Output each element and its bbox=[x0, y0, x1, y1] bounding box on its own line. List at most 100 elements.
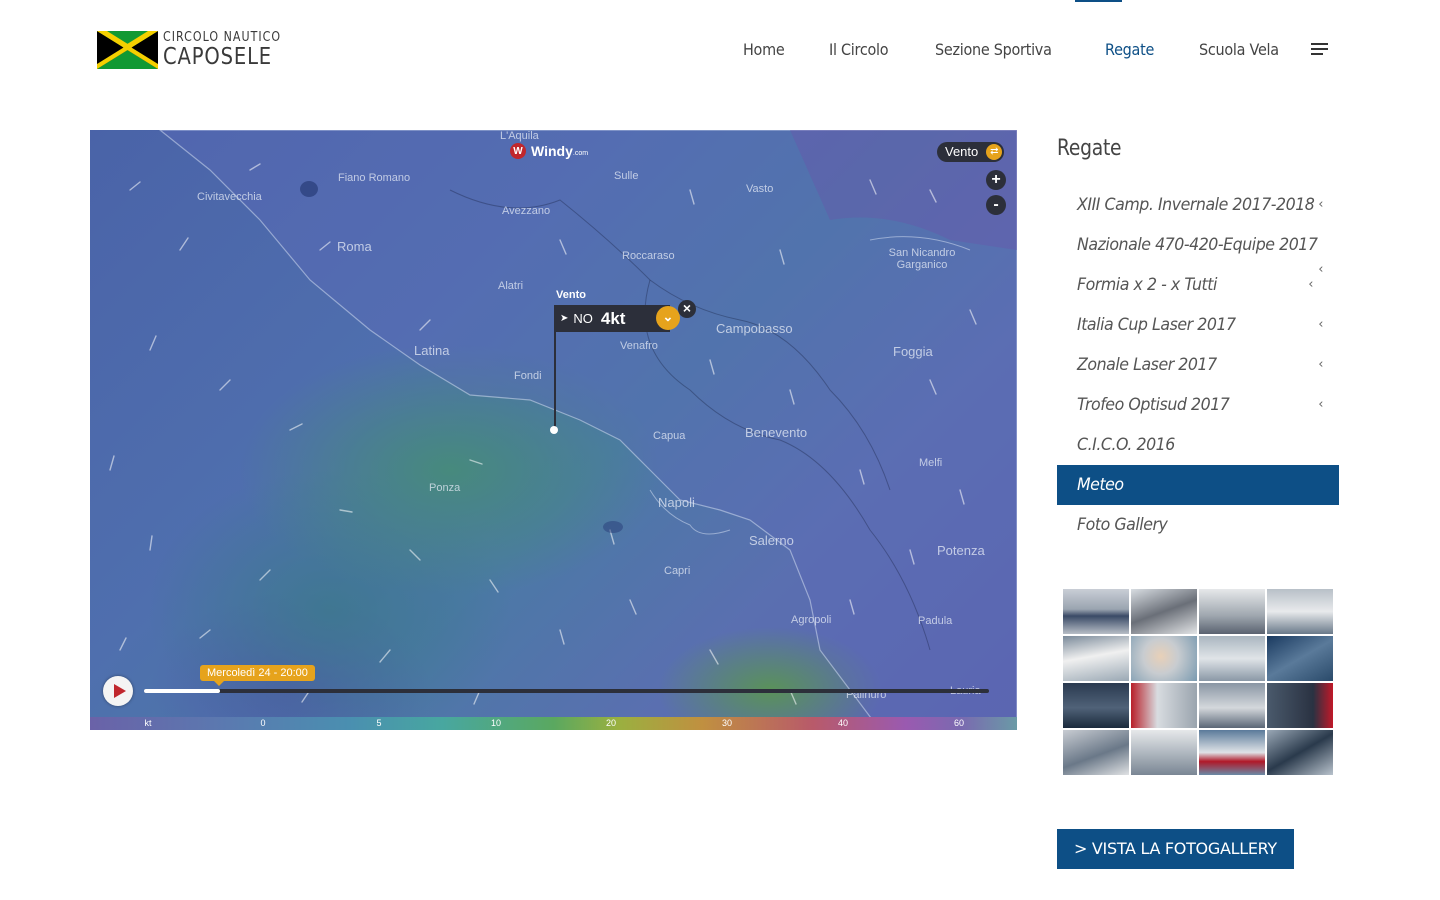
chevron-left-icon[interactable]: ‹ bbox=[1318, 185, 1323, 225]
wind-tooltip: ➤ NO 4kt ⌄ bbox=[554, 305, 680, 332]
gallery-thumbnail[interactable] bbox=[1267, 730, 1333, 775]
tooltip-location-dot[interactable] bbox=[550, 426, 558, 434]
scale-tick: 20 bbox=[605, 718, 617, 728]
site-logo[interactable]: CIRCOLO NAUTICO CAPOSELE bbox=[97, 31, 302, 69]
place-label: Capua bbox=[653, 430, 686, 442]
chevron-left-icon[interactable]: ‹ bbox=[1318, 385, 1323, 425]
scale-tick: 40 bbox=[837, 718, 849, 728]
play-button[interactable] bbox=[103, 676, 133, 706]
nav-scuola-vela[interactable]: Scuola Vela bbox=[1199, 40, 1279, 59]
scale-unit: kt bbox=[144, 718, 152, 728]
windy-map[interactable]: L'Aquila Civitavecchia Fiano Romano Sull… bbox=[90, 130, 1017, 730]
gallery-thumbnail[interactable] bbox=[1063, 683, 1129, 728]
place-label: Salerno bbox=[749, 533, 794, 548]
chevron-left-icon[interactable]: ‹ bbox=[1318, 345, 1323, 385]
timeline-tag[interactable]: Mercoledì 24 - 20:00 bbox=[200, 665, 315, 686]
gallery-thumbnail[interactable] bbox=[1063, 730, 1129, 775]
timeline-progress bbox=[144, 689, 221, 693]
place-label: Avezzano bbox=[502, 205, 551, 217]
gallery-thumbnail[interactable] bbox=[1131, 730, 1197, 775]
windy-logo[interactable]: W Windy .com bbox=[510, 143, 588, 159]
hamburger-icon[interactable] bbox=[1311, 43, 1328, 55]
sidebar-item-label: XIII Camp. Invernale 2017-2018 bbox=[1077, 195, 1315, 215]
sidebar-item-nazionale[interactable]: Nazionale 470-420-Equipe 2017 bbox=[1057, 225, 1339, 265]
zoom-in-button[interactable]: + bbox=[986, 170, 1006, 190]
gallery-thumbnail[interactable] bbox=[1131, 683, 1197, 728]
place-label: L'Aquila bbox=[500, 130, 539, 142]
wind-speed: 4kt bbox=[600, 308, 626, 328]
scale-tick: 10 bbox=[490, 718, 502, 728]
windy-domain: .com bbox=[572, 149, 589, 157]
place-label: Roccaraso bbox=[622, 250, 675, 262]
gallery-thumbnail[interactable] bbox=[1131, 636, 1197, 681]
nav-il-circolo[interactable]: Il Circolo bbox=[829, 40, 889, 59]
wind-direction-icon: ➤ bbox=[560, 313, 569, 324]
layer-toggle-icon: ⇄ bbox=[986, 144, 1003, 160]
main-nav: Home Il Circolo Sezione Sportiva Regate … bbox=[743, 40, 1328, 59]
sidebar-item-italia-cup[interactable]: Italia Cup Laser 2017 ‹ bbox=[1057, 305, 1339, 345]
gallery-thumbnail[interactable] bbox=[1267, 636, 1333, 681]
place-label: Latina bbox=[414, 343, 450, 358]
gallery-thumbnail[interactable] bbox=[1199, 636, 1265, 681]
scale-tick: 60 bbox=[953, 718, 965, 728]
gallery-thumbnail[interactable] bbox=[1131, 589, 1197, 634]
layer-label: Vento bbox=[945, 144, 979, 159]
place-label: Napoli bbox=[658, 495, 695, 510]
place-label: Vasto bbox=[746, 183, 774, 195]
scale-tick: 5 bbox=[376, 718, 382, 728]
sidebar-item-label: Formia x 2 - x Tutti bbox=[1077, 275, 1217, 295]
logo-line1: CIRCOLO NAUTICO bbox=[163, 30, 282, 45]
sidebar-item-trofeo-optisud[interactable]: Trofeo Optisud 2017 ‹ bbox=[1057, 385, 1339, 425]
sidebar-item-formia[interactable]: Formia x 2 - x Tutti ‹ ‹ bbox=[1057, 262, 1339, 305]
sidebar-item-zonale-laser[interactable]: Zonale Laser 2017 ‹ bbox=[1057, 345, 1339, 385]
gallery-thumbnail[interactable] bbox=[1063, 636, 1129, 681]
photo-gallery-grid bbox=[1063, 589, 1333, 775]
gallery-thumbnail[interactable] bbox=[1267, 683, 1333, 728]
nav-regate[interactable]: Regate bbox=[1105, 40, 1154, 59]
place-label: Sulle bbox=[614, 170, 639, 182]
view-gallery-button[interactable]: > VISTA LA FOTOGALLERY bbox=[1057, 829, 1294, 869]
sidebar-item-camp-invernale[interactable]: XIII Camp. Invernale 2017-2018 ‹ bbox=[1057, 185, 1339, 225]
chevron-left-icon[interactable]: ‹ bbox=[1308, 265, 1313, 305]
place-label: Fiano Romano bbox=[338, 172, 411, 184]
active-nav-indicator bbox=[1075, 0, 1122, 2]
sidebar-item-foto-gallery[interactable]: Foto Gallery bbox=[1057, 505, 1339, 545]
chevron-left-icon[interactable]: ‹ bbox=[1318, 250, 1323, 290]
place-label: Ponza bbox=[429, 482, 461, 494]
chevron-left-icon[interactable]: ‹ bbox=[1318, 305, 1323, 345]
sidebar-item-label: Meteo bbox=[1077, 475, 1124, 495]
place-label: Campobasso bbox=[716, 321, 793, 336]
chevron-down-icon[interactable]: ⌄ bbox=[656, 306, 680, 330]
wind-scale-legend: kt 0 5 10 20 30 40 60 bbox=[90, 717, 1017, 730]
timeline-slider[interactable] bbox=[144, 689, 989, 693]
zoom-out-button[interactable]: - bbox=[986, 195, 1006, 215]
sidebar-item-label: Italia Cup Laser 2017 bbox=[1077, 315, 1236, 335]
windy-logo-icon: W bbox=[510, 143, 526, 159]
place-label: Roma bbox=[337, 239, 372, 254]
place-label: Padula bbox=[918, 615, 953, 627]
tooltip-pointer-line bbox=[554, 332, 556, 428]
nav-home[interactable]: Home bbox=[743, 40, 785, 59]
place-label: San Nicandro Garganico bbox=[888, 247, 956, 271]
wind-direction: NO bbox=[573, 311, 593, 326]
windy-brand: Windy bbox=[531, 143, 573, 159]
nav-sezione-sportiva[interactable]: Sezione Sportiva bbox=[935, 40, 1052, 59]
sidebar-title: Regate bbox=[1057, 136, 1122, 161]
gallery-thumbnail[interactable] bbox=[1063, 589, 1129, 634]
sidebar-item-label: Trofeo Optisud 2017 bbox=[1077, 395, 1230, 415]
gallery-thumbnail[interactable] bbox=[1199, 589, 1265, 634]
gallery-thumbnail[interactable] bbox=[1199, 730, 1265, 775]
layer-selector-button[interactable]: Vento ⇄ bbox=[937, 142, 1005, 162]
gallery-thumbnail[interactable] bbox=[1199, 683, 1265, 728]
logo-line2: CAPOSELE bbox=[163, 44, 273, 70]
place-label: Agropoli bbox=[791, 614, 832, 626]
sidebar-item-label: C.I.C.O. 2016 bbox=[1077, 435, 1175, 455]
gallery-thumbnail[interactable] bbox=[1267, 589, 1333, 634]
sidebar-item-label: Zonale Laser 2017 bbox=[1077, 355, 1217, 375]
sidebar-item-cico[interactable]: C.I.C.O. 2016 bbox=[1057, 425, 1339, 465]
sidebar-item-meteo[interactable]: Meteo bbox=[1057, 465, 1339, 505]
sidebar-item-label: Foto Gallery bbox=[1077, 515, 1168, 535]
place-label: Alatri bbox=[498, 280, 524, 292]
place-label: Potenza bbox=[937, 543, 985, 558]
close-icon[interactable]: × bbox=[678, 300, 696, 318]
